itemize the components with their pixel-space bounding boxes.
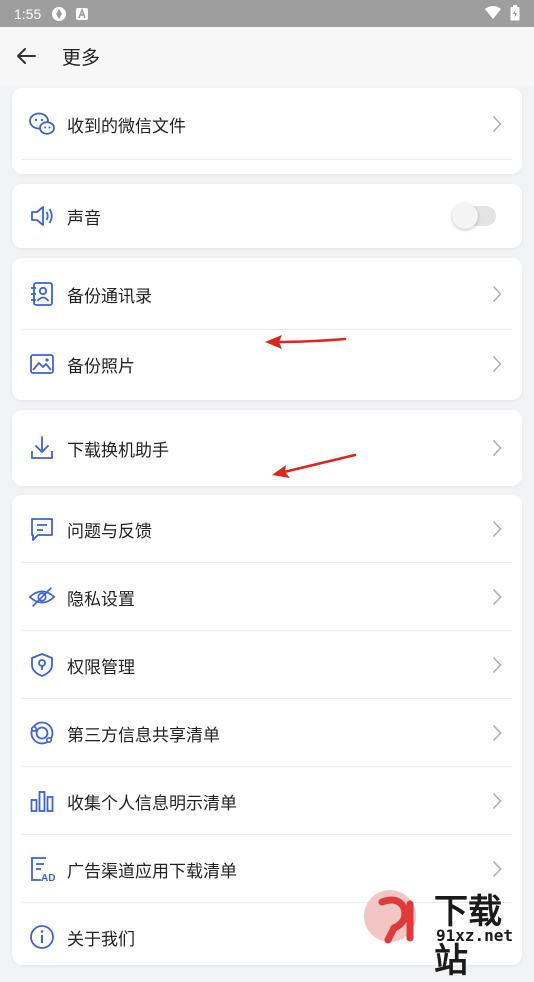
battery-icon: [510, 5, 520, 21]
app-bar: 更多: [0, 27, 534, 85]
row-label: 备份照片: [67, 356, 135, 376]
watermark-emblem-icon: [364, 890, 416, 944]
row-backup-contacts[interactable]: 备份通讯录: [12, 258, 522, 330]
row-label: 第三方信息共享清单: [67, 725, 220, 745]
annotation-arrow: [265, 335, 347, 349]
sound-toggle[interactable]: [452, 203, 496, 229]
annotation-arrow: [272, 453, 357, 478]
backup-card: 备份通讯录 备份照片: [12, 258, 522, 400]
chevron-right-icon: [492, 439, 502, 457]
sound-card: 声音: [12, 184, 522, 248]
feedback-icon: [28, 515, 56, 543]
chevron-right-icon: [492, 860, 502, 878]
svg-text:AD: AD: [41, 873, 55, 883]
row-label: 隐私设置: [67, 589, 135, 609]
row-label: 备份通讯录: [67, 286, 152, 306]
row-label: 问题与反馈: [67, 521, 152, 541]
info-icon: [28, 923, 56, 951]
row-privacy[interactable]: 隐私设置: [12, 563, 522, 631]
download-icon: [28, 434, 56, 462]
watermark-site: 91xz.net: [436, 926, 514, 945]
row-sound: 声音: [12, 184, 522, 248]
chevron-right-icon: [492, 520, 502, 538]
row-label: 广告渠道应用下载清单: [67, 861, 237, 881]
status-time: 1:55: [14, 5, 42, 22]
chevron-right-icon: [492, 656, 502, 674]
wifi-icon: [484, 6, 502, 20]
chevron-right-icon: [492, 724, 502, 742]
page-title: 更多: [62, 47, 101, 69]
privacy-eye-icon: [28, 583, 56, 611]
chevron-right-icon: [492, 355, 502, 373]
row-personal-info-list[interactable]: 收集个人信息明示清单: [12, 767, 522, 835]
share-list-icon: [28, 719, 56, 747]
status-bar: 1:55: [0, 0, 534, 27]
row-third-party-share[interactable]: 第三方信息共享清单: [12, 699, 522, 767]
row-label: 关于我们: [67, 929, 135, 949]
row-download-helper[interactable]: 下载换机助手: [12, 410, 522, 486]
chevron-right-icon: [492, 285, 502, 303]
speaker-icon: [28, 202, 56, 230]
toggle-knob: [452, 203, 478, 229]
chevron-right-icon: [492, 115, 502, 133]
row-label: 声音: [67, 208, 101, 228]
row-label: 收集个人信息明示清单: [67, 793, 237, 813]
back-button[interactable]: [6, 36, 46, 76]
arrow-left-icon: [17, 48, 36, 64]
photo-icon: [28, 350, 56, 378]
row-permissions[interactable]: 权限管理: [12, 631, 522, 699]
contacts-icon: [28, 280, 56, 308]
app-a-icon: [75, 7, 89, 21]
row-label: 权限管理: [67, 657, 135, 677]
row-label: 收到的微信文件: [67, 116, 186, 136]
row-feedback[interactable]: 问题与反馈: [12, 495, 522, 563]
wechat-card: 收到的微信文件: [12, 88, 522, 174]
bar-chart-icon: [28, 787, 56, 815]
row-label: 下载换机助手: [67, 440, 169, 460]
app-notification-icon: [51, 6, 67, 22]
row-wechat-files[interactable]: 收到的微信文件: [12, 88, 522, 160]
watermark-logo: 下载站 91xz.net: [360, 882, 534, 981]
shield-icon: [28, 651, 56, 679]
chevron-right-icon: [492, 792, 502, 810]
wechat-icon: [28, 110, 56, 138]
chevron-right-icon: [492, 588, 502, 606]
download-card: 下载换机助手: [12, 410, 522, 486]
divider: [22, 159, 512, 160]
ad-list-icon: AD: [28, 855, 56, 883]
